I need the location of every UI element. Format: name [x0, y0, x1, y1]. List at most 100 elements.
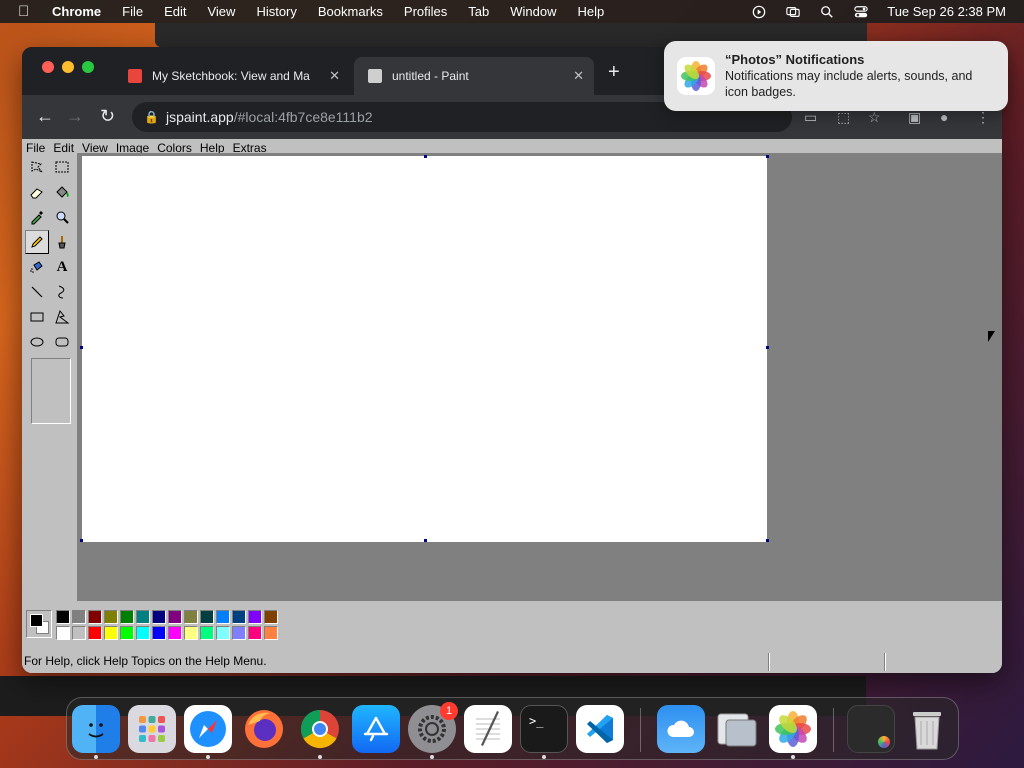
app-store-icon[interactable]	[352, 705, 400, 753]
color-swatch[interactable]	[248, 626, 262, 640]
fill-bucket-icon[interactable]	[50, 180, 74, 204]
resize-handle-bottom[interactable]	[424, 539, 427, 542]
color-swatch[interactable]	[184, 626, 198, 640]
photos-icon[interactable]	[769, 705, 817, 753]
rectangle-icon[interactable]	[25, 305, 49, 329]
vscode-icon[interactable]	[576, 705, 624, 753]
zoom-window-button[interactable]	[82, 61, 94, 73]
free-form-select-icon[interactable]	[25, 155, 49, 179]
bookmark-star-icon[interactable]: ☆	[868, 109, 881, 126]
color-swatch[interactable]	[56, 610, 70, 624]
eraser-icon[interactable]	[25, 180, 49, 204]
screen-mirroring-icon[interactable]	[785, 5, 801, 19]
terminal-icon[interactable]: >_	[520, 705, 568, 753]
menubar-item-bookmarks[interactable]: Bookmarks	[318, 4, 383, 19]
color-swatch[interactable]	[248, 610, 262, 624]
color-swatch[interactable]	[88, 610, 102, 624]
tool-options-panel[interactable]	[31, 358, 71, 424]
preview-icon[interactable]	[713, 705, 761, 753]
menubar-item-help[interactable]: Help	[578, 4, 605, 19]
menubar-item-file[interactable]: File	[122, 4, 143, 19]
forward-arrow-icon[interactable]: →	[66, 106, 84, 127]
color-swatch[interactable]	[232, 610, 246, 624]
curve-icon[interactable]	[50, 280, 74, 304]
current-colors[interactable]	[26, 610, 52, 638]
menubar-app-name[interactable]: Chrome	[52, 4, 101, 19]
menubar-item-view[interactable]: View	[207, 4, 235, 19]
color-swatch[interactable]	[136, 626, 150, 640]
safari-icon[interactable]	[184, 705, 232, 753]
menubar-item-tab[interactable]: Tab	[468, 4, 489, 19]
color-swatch[interactable]	[168, 610, 182, 624]
color-swatch[interactable]	[120, 610, 134, 624]
tab-close-icon[interactable]: ✕	[329, 68, 340, 84]
spotlight-search-icon[interactable]	[819, 5, 835, 19]
color-swatch[interactable]	[120, 626, 134, 640]
textedit-icon[interactable]	[464, 705, 512, 753]
profile-icon[interactable]: ●	[940, 109, 948, 125]
ellipse-icon[interactable]	[25, 330, 49, 354]
pencil-icon[interactable]	[25, 230, 49, 254]
brush-icon[interactable]	[50, 230, 74, 254]
airbrush-icon[interactable]	[25, 255, 49, 279]
system-settings-icon[interactable]: 1	[408, 702, 458, 753]
color-swatch[interactable]	[104, 626, 118, 640]
tab-close-icon[interactable]: ✕	[573, 68, 584, 84]
resize-handle-bottom-right[interactable]	[766, 539, 769, 542]
share-icon[interactable]: ⬚	[837, 109, 850, 126]
color-swatch[interactable]	[232, 626, 246, 640]
tab-paint[interactable]: untitled - Paint ✕	[354, 57, 594, 95]
tab-sketchbook[interactable]: My Sketchbook: View and Ma ✕	[114, 57, 350, 95]
menubar-clock[interactable]: Tue Sep 26 2:38 PM	[887, 4, 1006, 19]
line-icon[interactable]	[25, 280, 49, 304]
color-swatch[interactable]	[264, 610, 278, 624]
photos-notification[interactable]: “Photos” Notifications Notifications may…	[664, 41, 1008, 111]
text-tool-icon[interactable]: A	[50, 255, 74, 279]
finder-icon[interactable]	[72, 705, 120, 753]
screen-record-icon[interactable]	[751, 5, 767, 19]
apple-icon[interactable]: 	[18, 3, 34, 20]
color-swatch[interactable]	[72, 610, 86, 624]
color-swatch[interactable]	[184, 610, 198, 624]
cast-icon[interactable]: ▭	[804, 109, 817, 126]
color-picker-icon[interactable]	[25, 205, 49, 229]
resize-handle-right[interactable]	[766, 346, 769, 349]
polygon-icon[interactable]	[50, 305, 74, 329]
back-arrow-icon[interactable]: ←	[36, 106, 54, 127]
color-swatch[interactable]	[264, 626, 278, 640]
new-tab-icon[interactable]: +	[608, 61, 620, 84]
color-swatch[interactable]	[104, 610, 118, 624]
color-swatch[interactable]	[200, 610, 214, 624]
magnifier-icon[interactable]	[50, 205, 74, 229]
launchpad-icon[interactable]	[128, 705, 176, 753]
trash-icon[interactable]	[903, 705, 951, 753]
lock-icon[interactable]: 🔒	[144, 110, 159, 124]
side-panel-icon[interactable]: ▣	[908, 109, 921, 126]
weather-icon[interactable]	[657, 705, 705, 753]
rect-select-icon[interactable]	[50, 155, 74, 179]
color-swatch[interactable]	[168, 626, 182, 640]
color-swatch[interactable]	[216, 610, 230, 624]
color-swatch[interactable]	[216, 626, 230, 640]
color-swatch[interactable]	[88, 626, 102, 640]
menubar-item-window[interactable]: Window	[510, 4, 556, 19]
reload-icon[interactable]: ↻	[100, 106, 115, 127]
chrome-icon[interactable]	[296, 705, 344, 753]
minimize-window-button[interactable]	[62, 61, 74, 73]
color-swatch[interactable]	[200, 626, 214, 640]
color-swatch[interactable]	[152, 626, 166, 640]
color-swatch[interactable]	[152, 610, 166, 624]
control-center-icon[interactable]	[853, 5, 869, 19]
color-swatch[interactable]	[56, 626, 70, 640]
browser-menu-icon[interactable]: ⋮	[976, 109, 990, 126]
close-window-button[interactable]	[42, 61, 54, 73]
menubar-item-profiles[interactable]: Profiles	[404, 4, 447, 19]
color-swatch[interactable]	[72, 626, 86, 640]
screenshot-thumbnail-icon[interactable]	[847, 705, 895, 753]
menubar-item-history[interactable]: History	[256, 4, 296, 19]
color-swatch[interactable]	[136, 610, 150, 624]
firefox-icon[interactable]	[240, 705, 288, 753]
drawing-canvas[interactable]	[82, 156, 767, 542]
menubar-item-edit[interactable]: Edit	[164, 4, 186, 19]
rounded-rectangle-icon[interactable]	[50, 330, 74, 354]
